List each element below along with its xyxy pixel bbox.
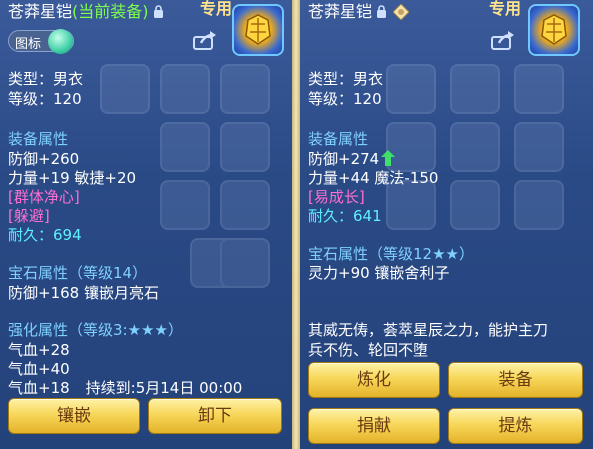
- defense-value: 防御+274: [308, 150, 380, 168]
- equip-attr-header: 装备属性: [8, 130, 69, 148]
- exclusive-label: 专用: [200, 0, 233, 18]
- armor-glyph: [245, 14, 271, 45]
- description-line-1: 其威无俦，荟萃星辰之力，能护主刀: [308, 321, 549, 339]
- item-title: 苍莽星铠: [308, 2, 410, 22]
- up-arrow-icon: [381, 150, 396, 166]
- special-effect: [群体净心]: [8, 188, 80, 206]
- equip-button[interactable]: 装备: [448, 362, 583, 398]
- icon-toggle[interactable]: 图标: [8, 29, 74, 54]
- extract-button[interactable]: 提炼: [448, 408, 583, 444]
- gem-line: 灵力+90 镶嵌舍利子: [308, 264, 450, 282]
- hp-value: 气血+18: [8, 379, 70, 397]
- durability-value: 694: [53, 226, 82, 244]
- durability-value: 641: [353, 207, 382, 225]
- diamond-badge-icon: [393, 4, 410, 20]
- gem-line: 防御+168 镶嵌月亮石: [8, 284, 159, 302]
- armor-icon[interactable]: [232, 4, 284, 56]
- lock-icon: [377, 5, 387, 18]
- share-icon[interactable]: [491, 30, 515, 50]
- durability-label: 耐久：: [308, 207, 354, 225]
- icon-toggle-label: 图标: [15, 37, 42, 52]
- defense-line: 防御+274: [308, 150, 396, 168]
- stat-line: 力量+19 敏捷+20: [8, 169, 137, 187]
- hp-line-3: 气血+18 持续到:5月14日 00:00: [8, 379, 242, 397]
- enhance-attr-header: 强化属性（等级3:★★★）: [8, 321, 183, 339]
- refine-button[interactable]: 炼化: [308, 362, 440, 398]
- durability-label: 耐久：: [8, 226, 54, 244]
- hp-line-1: 气血+28: [8, 341, 70, 359]
- item-name: 苍莽星铠: [308, 2, 373, 21]
- armor-icon[interactable]: [528, 4, 580, 56]
- level-line: 等级：120: [308, 90, 382, 108]
- duration-text: 持续到:5月14日 00:00: [85, 379, 243, 397]
- durability-line: 耐久：694: [8, 226, 82, 244]
- armor-glyph: [541, 14, 567, 45]
- gem-attr-header: 宝石属性（等级14）: [8, 264, 148, 282]
- exclusive-label: 专用: [489, 0, 522, 18]
- stat-line: 力量+44 魔法-150: [308, 169, 439, 187]
- level-line: 等级：120: [8, 90, 82, 108]
- left-item-tooltip: 苍莽星铠(当前装备) 专用 图标 类型：男衣 等级：120 装备属性 防御+26…: [0, 0, 292, 449]
- hp-line-2: 气血+40: [8, 360, 70, 378]
- equip-attr-header: 装备属性: [308, 130, 369, 148]
- special-effect: [易成长]: [308, 188, 365, 206]
- unequip-button[interactable]: 卸下: [148, 398, 282, 434]
- share-icon[interactable]: [193, 30, 217, 50]
- current-equipped-tag: (当前装备): [72, 2, 149, 21]
- type-line: 类型：男衣: [308, 70, 384, 88]
- description-line-2: 兵不伤、轮回不堕: [308, 341, 429, 359]
- right-item-tooltip: 苍莽星铠 专用 类型：男衣 等级：120 装备属性 防御+274 力量+44 魔…: [300, 0, 593, 449]
- lock-icon: [153, 5, 163, 18]
- panel-divider: [292, 0, 300, 449]
- special-skill: [躲避]: [8, 207, 50, 225]
- item-title: 苍莽星铠(当前装备): [8, 2, 164, 22]
- defense-line: 防御+260: [8, 150, 80, 168]
- durability-line: 耐久：641: [308, 207, 382, 225]
- gem-attr-header: 宝石属性（等级12★★）: [308, 245, 474, 263]
- item-name: 苍莽星铠: [8, 2, 73, 21]
- inlay-button[interactable]: 镶嵌: [8, 398, 140, 434]
- toggle-knob: [48, 29, 73, 54]
- type-line: 类型：男衣: [8, 70, 84, 88]
- donate-button[interactable]: 捐献: [308, 408, 440, 444]
